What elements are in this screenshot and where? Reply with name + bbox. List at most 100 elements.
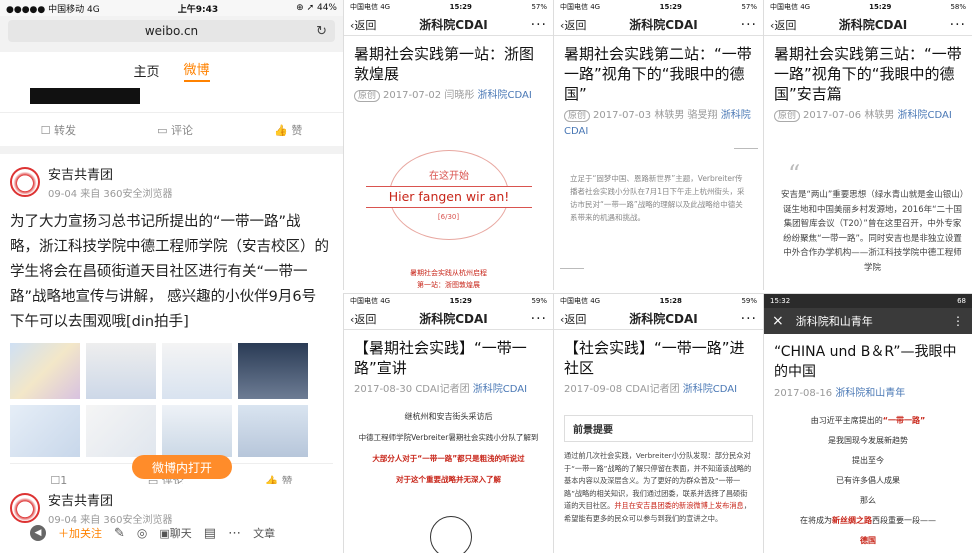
article-body: 由习近平主席提出的“一带一路” 是我国现今发展新趋势 提出至今 已有许多倡人成果…	[764, 411, 972, 551]
article-meta: 原创 2017-07-06 林轶男 浙科院CDAI	[764, 106, 972, 126]
nav-title: 浙科院CDAI	[419, 18, 488, 32]
more-icon[interactable]: ···	[741, 17, 757, 33]
action-bar: ☐ 转发 ▭ 评论 👍 赞	[0, 112, 343, 146]
url-bar[interactable]: weibo.cn ↻	[8, 20, 335, 42]
account-link[interactable]: 浙科院CDAI	[683, 384, 737, 395]
carrier: ●●●●● 中国移动 4G	[6, 4, 100, 15]
follow-button[interactable]: ＋加关注	[58, 525, 102, 541]
reload-icon[interactable]: ↻	[316, 24, 327, 39]
camera-icon[interactable]: ◎	[137, 526, 147, 540]
article-meta: 2017-08-16 浙科院和山青年	[774, 388, 906, 399]
article-panel-4: 中国电信 4G 15:29 59% ‹返回 浙科院CDAI ··· 【暑期社会实践】“一…	[343, 293, 553, 553]
repost-button[interactable]: ☐ 转发	[41, 122, 76, 138]
back-button[interactable]: ‹返回	[560, 311, 586, 327]
nav-bar: ‹返回 浙科院CDAI ···	[554, 308, 763, 330]
plus-icon: ＋	[58, 527, 69, 540]
account-link[interactable]: 浙科院CDAI	[473, 384, 527, 395]
post-image[interactable]	[238, 405, 308, 457]
status-bar: 中国电信 4G 15:29 58%	[764, 0, 972, 14]
post-image[interactable]	[10, 343, 80, 399]
post-header: 安吉共青团 09-04 来自 360安全浏览器	[10, 164, 333, 200]
more-icon[interactable]: ···	[531, 311, 547, 327]
post-images	[10, 343, 333, 457]
nav-title: 浙科院和山青年	[795, 315, 873, 328]
article-button[interactable]: 文章	[253, 525, 275, 541]
more-icon[interactable]: ···	[531, 17, 547, 33]
article-title: 暑期社会实践第一站：浙图敦煌展	[354, 45, 535, 83]
tab-weibo[interactable]: 微博	[183, 59, 210, 82]
footer-line: 第一站：浙图敦煌展	[417, 281, 480, 289]
back-icon[interactable]: ◀	[30, 525, 46, 541]
cross-decoration	[734, 148, 758, 149]
article-meta: 原创 2017-07-03 林轶男 骆旻翔 浙科院CDAI	[564, 110, 751, 137]
original-badge: 原创	[354, 90, 381, 102]
body-line: 那么	[860, 496, 876, 505]
account-link[interactable]: 浙科院CDAI	[898, 110, 952, 121]
article-title: 暑期社会实践第二站：“一带一路”视角下的“我眼中的德国”	[564, 45, 752, 103]
post-image[interactable]	[238, 343, 308, 399]
chat-button[interactable]: ▣聊天	[159, 525, 191, 541]
status-bar: 中国电信 4G 15:28 59%	[554, 294, 763, 308]
account-link[interactable]: 浙科院CDAI	[478, 90, 532, 101]
open-in-weibo-button[interactable]: 微博内打开	[132, 455, 232, 479]
nav-bar: ‹返回 浙科院CDAI ···	[764, 14, 972, 36]
battery: ⊕ ➚ 44%	[296, 3, 337, 13]
back-button[interactable]: ‹返回	[350, 17, 376, 33]
like-button[interactable]: 👍 赞	[274, 122, 302, 138]
footer-line: 暑期社会实践从杭州启程	[410, 269, 487, 277]
nav-title: 浙科院CDAI	[838, 18, 908, 32]
post-image[interactable]	[162, 343, 232, 399]
menu-icon[interactable]: ⋮	[952, 314, 964, 328]
post-image[interactable]	[86, 343, 156, 399]
back-button[interactable]: ‹返回	[770, 17, 796, 33]
status-bar: 中国电信 4G 15:29 59%	[344, 294, 553, 308]
stamp-main-text: Hier fangen wir an!	[366, 186, 532, 208]
post-user[interactable]: 安吉共青团	[48, 490, 173, 509]
highlight-text: 并且在安吉县团委的新浪微博上发布消息	[614, 501, 744, 510]
stamp-top-text: 在这开始	[429, 171, 469, 182]
cover-strip	[30, 88, 140, 104]
account-link[interactable]: 浙科院和山青年	[835, 388, 905, 399]
post-image[interactable]	[10, 405, 80, 457]
nav-title: 浙科院CDAI	[629, 18, 698, 32]
close-icon[interactable]: ×	[772, 313, 784, 329]
body-line: 已有许多倡人成果	[836, 476, 900, 485]
avatar[interactable]	[10, 167, 40, 197]
nav-bar: ‹返回 浙科院CDAI ···	[344, 14, 553, 36]
section-box: 前景提要	[564, 415, 753, 442]
message-icon[interactable]: ▤	[204, 526, 216, 541]
article-panel-6: 15:32 68 × 浙科院和山青年 ⋮ “CHINA und B＆R”—我眼中的…	[763, 293, 972, 553]
article-body: 立足于“固梦中国、恩路新世界”主题，Verbreiter传播者社会实践小分队在7…	[570, 174, 745, 222]
back-button[interactable]: ‹返回	[350, 311, 376, 327]
cartoon-face-image	[430, 516, 472, 553]
tab-home[interactable]: 主页	[133, 61, 159, 80]
post-image[interactable]	[86, 405, 156, 457]
back-button[interactable]: ‹返回	[560, 17, 586, 33]
original-badge: 原创	[564, 110, 591, 122]
comment-button[interactable]: ▭ 评论	[157, 122, 193, 138]
thumb-up-icon: 👍	[274, 123, 288, 137]
nav-bar: ‹返回 浙科院CDAI ···	[344, 308, 553, 330]
comment-icon: ▭	[157, 123, 168, 137]
cover-image	[0, 88, 343, 112]
more-icon[interactable]: ···	[741, 311, 757, 327]
post-meta: 09-04 来自 360安全浏览器	[48, 189, 173, 200]
post-text: 为了大力宣扬习总书记所提出的“一带一路”战略，浙江科技学院中德工程师学院（安吉校…	[10, 214, 329, 330]
bottom-toolbar: ◀ ＋加关注 ✎ ◎ ▣聊天 ▤ ⋯ 文章	[0, 518, 343, 548]
post-user[interactable]: 安吉共青团	[48, 164, 173, 183]
more-icon[interactable]: ···	[950, 17, 966, 33]
chat-icon: ▣	[159, 527, 170, 540]
body-line: 对于这个重要战略并无深入了解	[396, 475, 501, 484]
article-title: 【社会实践】“一带一路”进社区	[564, 339, 745, 377]
article-title: “CHINA und B＆R”—我眼中的中国	[774, 344, 957, 380]
section-title: 前景提要	[573, 425, 613, 436]
body-line: 提出至今	[852, 456, 884, 465]
pencil-icon[interactable]: ✎	[114, 526, 125, 541]
stamp-number: [6/30]	[437, 213, 460, 221]
post-image[interactable]	[162, 405, 232, 457]
article-body: 通过前几次社会实践，Verbreiter小分队发现：部分民众对于“一带一路”战略…	[564, 451, 752, 523]
profile-tabs: 主页 微博	[0, 52, 343, 88]
more-icon[interactable]: ⋯	[228, 526, 241, 541]
status-bar: 中国电信 4G 15:29 57%	[344, 0, 553, 14]
body-line: 中德工程师学院Verbreiter暑期社会实践小分队了解到	[358, 433, 539, 442]
